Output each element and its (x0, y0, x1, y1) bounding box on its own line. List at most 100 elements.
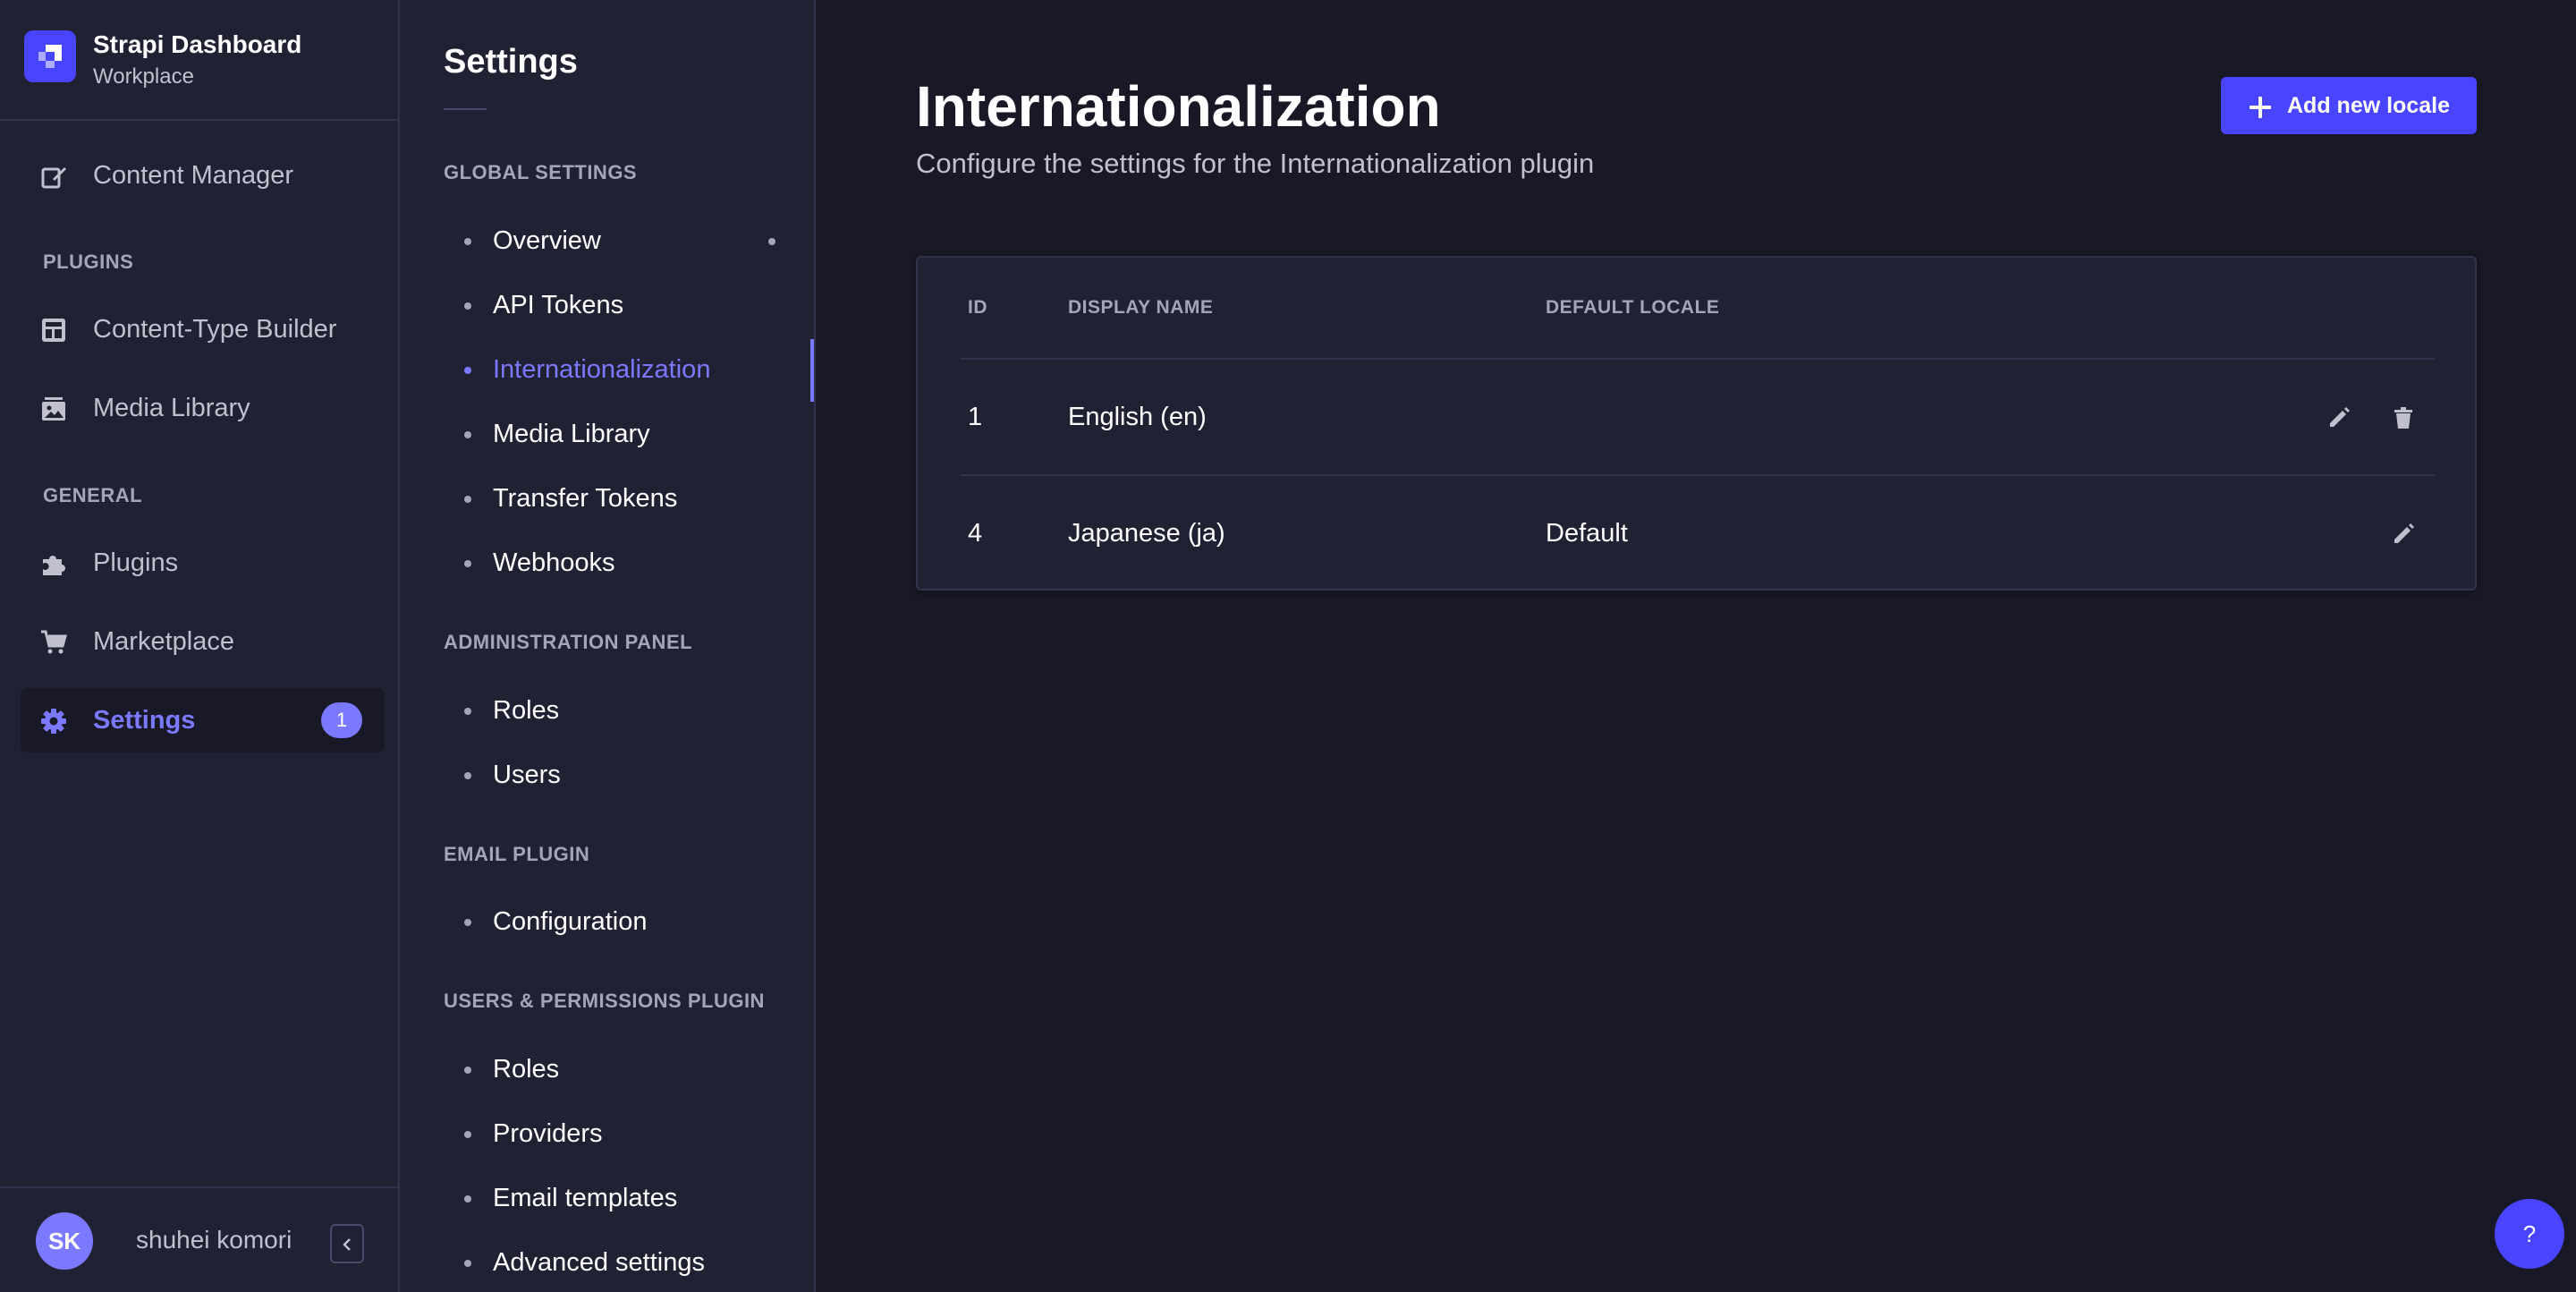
subnav-item-label: Configuration (493, 907, 648, 936)
bullet-icon (464, 772, 471, 779)
subnav-item-transfer-tokens[interactable]: Transfer Tokens (400, 472, 814, 525)
bullet-icon (464, 708, 471, 715)
bullet-icon (464, 302, 471, 310)
subnav-item-email-configuration[interactable]: Configuration (400, 895, 814, 948)
brand-header: Strapi Dashboard Workplace (0, 0, 398, 121)
section-global-settings: GLOBAL SETTINGS (444, 161, 638, 183)
edit-locale-button[interactable] (2320, 399, 2358, 437)
cell-id: 1 (968, 403, 983, 431)
subnav-item-internationalization[interactable]: Internationalization (400, 339, 814, 402)
notification-badge: 1 (321, 702, 362, 738)
nav-item-settings[interactable]: Settings 1 (21, 688, 385, 752)
nav-item-label: Plugins (93, 548, 179, 577)
subnav-item-up-email-templates[interactable]: Email templates (400, 1171, 814, 1225)
cell-display-name: English (en) (1068, 403, 1207, 431)
section-email-plugin: EMAIL PLUGIN (444, 843, 590, 865)
bullet-icon (464, 1195, 471, 1203)
section-administration-panel: ADMINISTRATION PANEL (444, 631, 693, 653)
subnav-item-overview[interactable]: Overview (400, 214, 814, 268)
edit-locale-button[interactable] (2385, 515, 2422, 553)
table-row[interactable]: 1 English (en) (961, 358, 2435, 474)
gear-icon (41, 709, 66, 734)
table-row[interactable]: 4 Japanese (ja) Default (961, 474, 2435, 591)
column-header-id[interactable]: ID (968, 297, 987, 319)
nav-item-content-type-builder[interactable]: Content-Type Builder (21, 297, 385, 361)
page-subtitle: Configure the settings for the Internati… (916, 148, 1595, 179)
brand-title: Strapi Dashboard (93, 30, 302, 58)
column-header-default-locale[interactable]: DEFAULT LOCALE (1546, 297, 1719, 319)
add-new-locale-button[interactable]: Add new locale (2221, 77, 2477, 134)
subnav-item-label: Overview (493, 226, 601, 255)
add-new-locale-label: Add new locale (2287, 93, 2450, 118)
strapi-logo-icon (24, 30, 76, 82)
nav-item-label: Content-Type Builder (93, 315, 337, 344)
subnav-item-up-advanced-settings[interactable]: Advanced settings (400, 1236, 814, 1289)
nav-item-label: Content Manager (93, 161, 294, 190)
subnav-item-label: Advanced settings (493, 1248, 705, 1277)
nav-section-plugins: PLUGINS (43, 251, 134, 273)
subnav-title: Settings (444, 43, 578, 81)
app-root: Strapi Dashboard Workplace Content Manag… (0, 0, 2576, 1292)
chevron-left-icon (343, 1238, 351, 1251)
pencil-icon (2394, 523, 2414, 543)
pencil-icon (2330, 407, 2350, 427)
subnav-item-label: Email templates (493, 1184, 678, 1212)
subnav-item-label: Users (493, 761, 561, 789)
bullet-icon (464, 496, 471, 503)
bullet-icon (464, 367, 471, 374)
images-icon (42, 397, 65, 421)
subnav-item-up-roles[interactable]: Roles (400, 1042, 814, 1096)
subnav-item-label: Roles (493, 696, 560, 725)
subnav-item-up-providers[interactable]: Providers (400, 1107, 814, 1160)
locales-table: ID DISPLAY NAME DEFAULT LOCALE 1 English… (916, 256, 2477, 591)
nav-section-general: GENERAL (43, 484, 143, 506)
bullet-icon (464, 431, 471, 438)
collapse-nav-button[interactable] (330, 1224, 364, 1263)
user-name[interactable]: shuhei komori (136, 1226, 292, 1254)
subnav-item-webhooks[interactable]: Webhooks (400, 536, 814, 590)
nav-item-content-manager[interactable]: Content Manager (21, 143, 385, 208)
subnav-item-media-library[interactable]: Media Library (400, 407, 814, 461)
subnav-item-admin-users[interactable]: Users (400, 748, 814, 802)
cell-default-locale: Default (1546, 519, 1628, 548)
subnav-item-label: Webhooks (493, 548, 615, 577)
subnav-item-label: Transfer Tokens (493, 484, 678, 513)
subnav-item-label: Providers (493, 1119, 603, 1148)
trash-icon (2394, 407, 2412, 429)
brand-subtitle: Workplace (93, 64, 194, 89)
subnav-item-label: Media Library (493, 420, 650, 448)
subnav-item-label: Roles (493, 1055, 560, 1084)
subnav-divider (444, 108, 487, 110)
cell-display-name: Japanese (ja) (1068, 519, 1225, 548)
user-footer: SK shuhei komori (0, 1186, 398, 1292)
nav-item-marketplace[interactable]: Marketplace (21, 609, 385, 674)
feather-icon (41, 167, 66, 189)
plus-icon (2250, 97, 2271, 118)
bullet-icon (464, 1067, 471, 1074)
main-nav: Strapi Dashboard Workplace Content Manag… (0, 0, 400, 1292)
column-header-display-name[interactable]: DISPLAY NAME (1068, 297, 1213, 319)
bullet-icon (464, 238, 471, 245)
nav-item-label: Marketplace (93, 627, 234, 656)
new-indicator-icon (768, 238, 775, 245)
nav-item-label: Settings (93, 706, 196, 735)
settings-subnav: Settings GLOBAL SETTINGS Overview API To… (400, 0, 816, 1292)
layout-icon (42, 319, 65, 342)
main-content: Internationalization Configure the setti… (816, 0, 2576, 1292)
cell-id: 4 (968, 519, 983, 548)
subnav-item-label: API Tokens (493, 291, 624, 319)
bullet-icon (464, 1131, 471, 1138)
nav-item-plugins[interactable]: Plugins (21, 531, 385, 595)
nav-item-media-library[interactable]: Media Library (21, 376, 385, 440)
bullet-icon (464, 919, 471, 926)
puzzle-icon (43, 556, 65, 575)
help-button[interactable]: ? (2495, 1199, 2564, 1269)
section-users-permissions-plugin: USERS & PERMISSIONS PLUGIN (444, 990, 765, 1012)
subnav-item-label: Internationalization (493, 355, 711, 384)
bullet-icon (464, 560, 471, 567)
subnav-item-admin-roles[interactable]: Roles (400, 684, 814, 737)
avatar[interactable]: SK (36, 1212, 93, 1270)
subnav-item-api-tokens[interactable]: API Tokens (400, 278, 814, 332)
delete-locale-button[interactable] (2385, 399, 2422, 437)
nav-item-label: Media Library (93, 394, 250, 422)
